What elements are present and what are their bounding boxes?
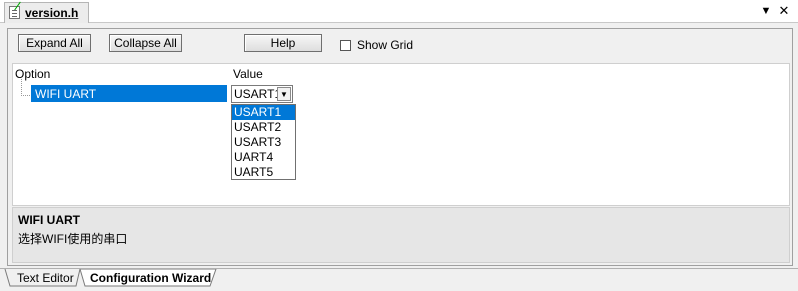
tab-configuration-wizard[interactable]: Configuration Wizard — [90, 269, 211, 286]
wizard-toolbar: Expand All Collapse All Help Show Grid — [8, 29, 792, 61]
tab-text-editor[interactable]: Text Editor — [17, 269, 74, 286]
dropdown-arrow-icon[interactable]: ▼ — [277, 87, 291, 101]
document-tab-label: version.h — [25, 6, 79, 20]
close-icon[interactable]: ✕ — [776, 3, 792, 19]
dropdown-option-uart5[interactable]: UART5 — [232, 165, 295, 180]
dropdown-option-usart3[interactable]: USART3 — [232, 135, 295, 150]
expand-all-button[interactable]: Expand All — [18, 34, 91, 52]
document-tab-version-h[interactable]: version.h — [4, 2, 90, 23]
column-header-value: Value — [233, 67, 263, 81]
option-row-wifi-uart[interactable]: WIFI UART — [31, 85, 227, 102]
chevron-down-icon[interactable]: ▼ — [758, 3, 774, 19]
options-grid: Option Value WIFI UART USART1 ▼ USART1 U… — [12, 63, 790, 206]
option-description-pane: WIFI UART 选择WIFI使用的串口 — [12, 207, 790, 263]
description-text: 选择WIFI使用的串口 — [18, 232, 128, 246]
select-current-value: USART1 — [234, 87, 282, 101]
dropdown-option-uart4[interactable]: UART4 — [232, 150, 295, 165]
dropdown-option-usart1[interactable]: USART1 — [232, 105, 295, 120]
show-grid-checkbox[interactable] — [340, 39, 351, 51]
description-title: WIFI UART — [18, 213, 80, 227]
show-grid-label: Show Grid — [357, 38, 414, 52]
dropdown-option-usart2[interactable]: USART2 — [232, 120, 295, 135]
show-grid-toggle[interactable]: Show Grid — [340, 38, 413, 52]
help-button[interactable]: Help — [244, 34, 322, 52]
file-header-icon — [9, 6, 20, 19]
wifi-uart-select[interactable]: USART1 ▼ — [231, 85, 293, 103]
editor-view-tabs: Text Editor Configuration Wizard — [0, 268, 798, 291]
collapse-all-button[interactable]: Collapse All — [109, 34, 182, 52]
document-tabstrip: version.h ▼ ✕ — [0, 0, 798, 23]
configuration-wizard-panel: Expand All Collapse All Help Show Grid O… — [7, 28, 793, 266]
uart-dropdown-list: USART1 USART2 USART3 UART4 UART5 — [231, 104, 296, 180]
